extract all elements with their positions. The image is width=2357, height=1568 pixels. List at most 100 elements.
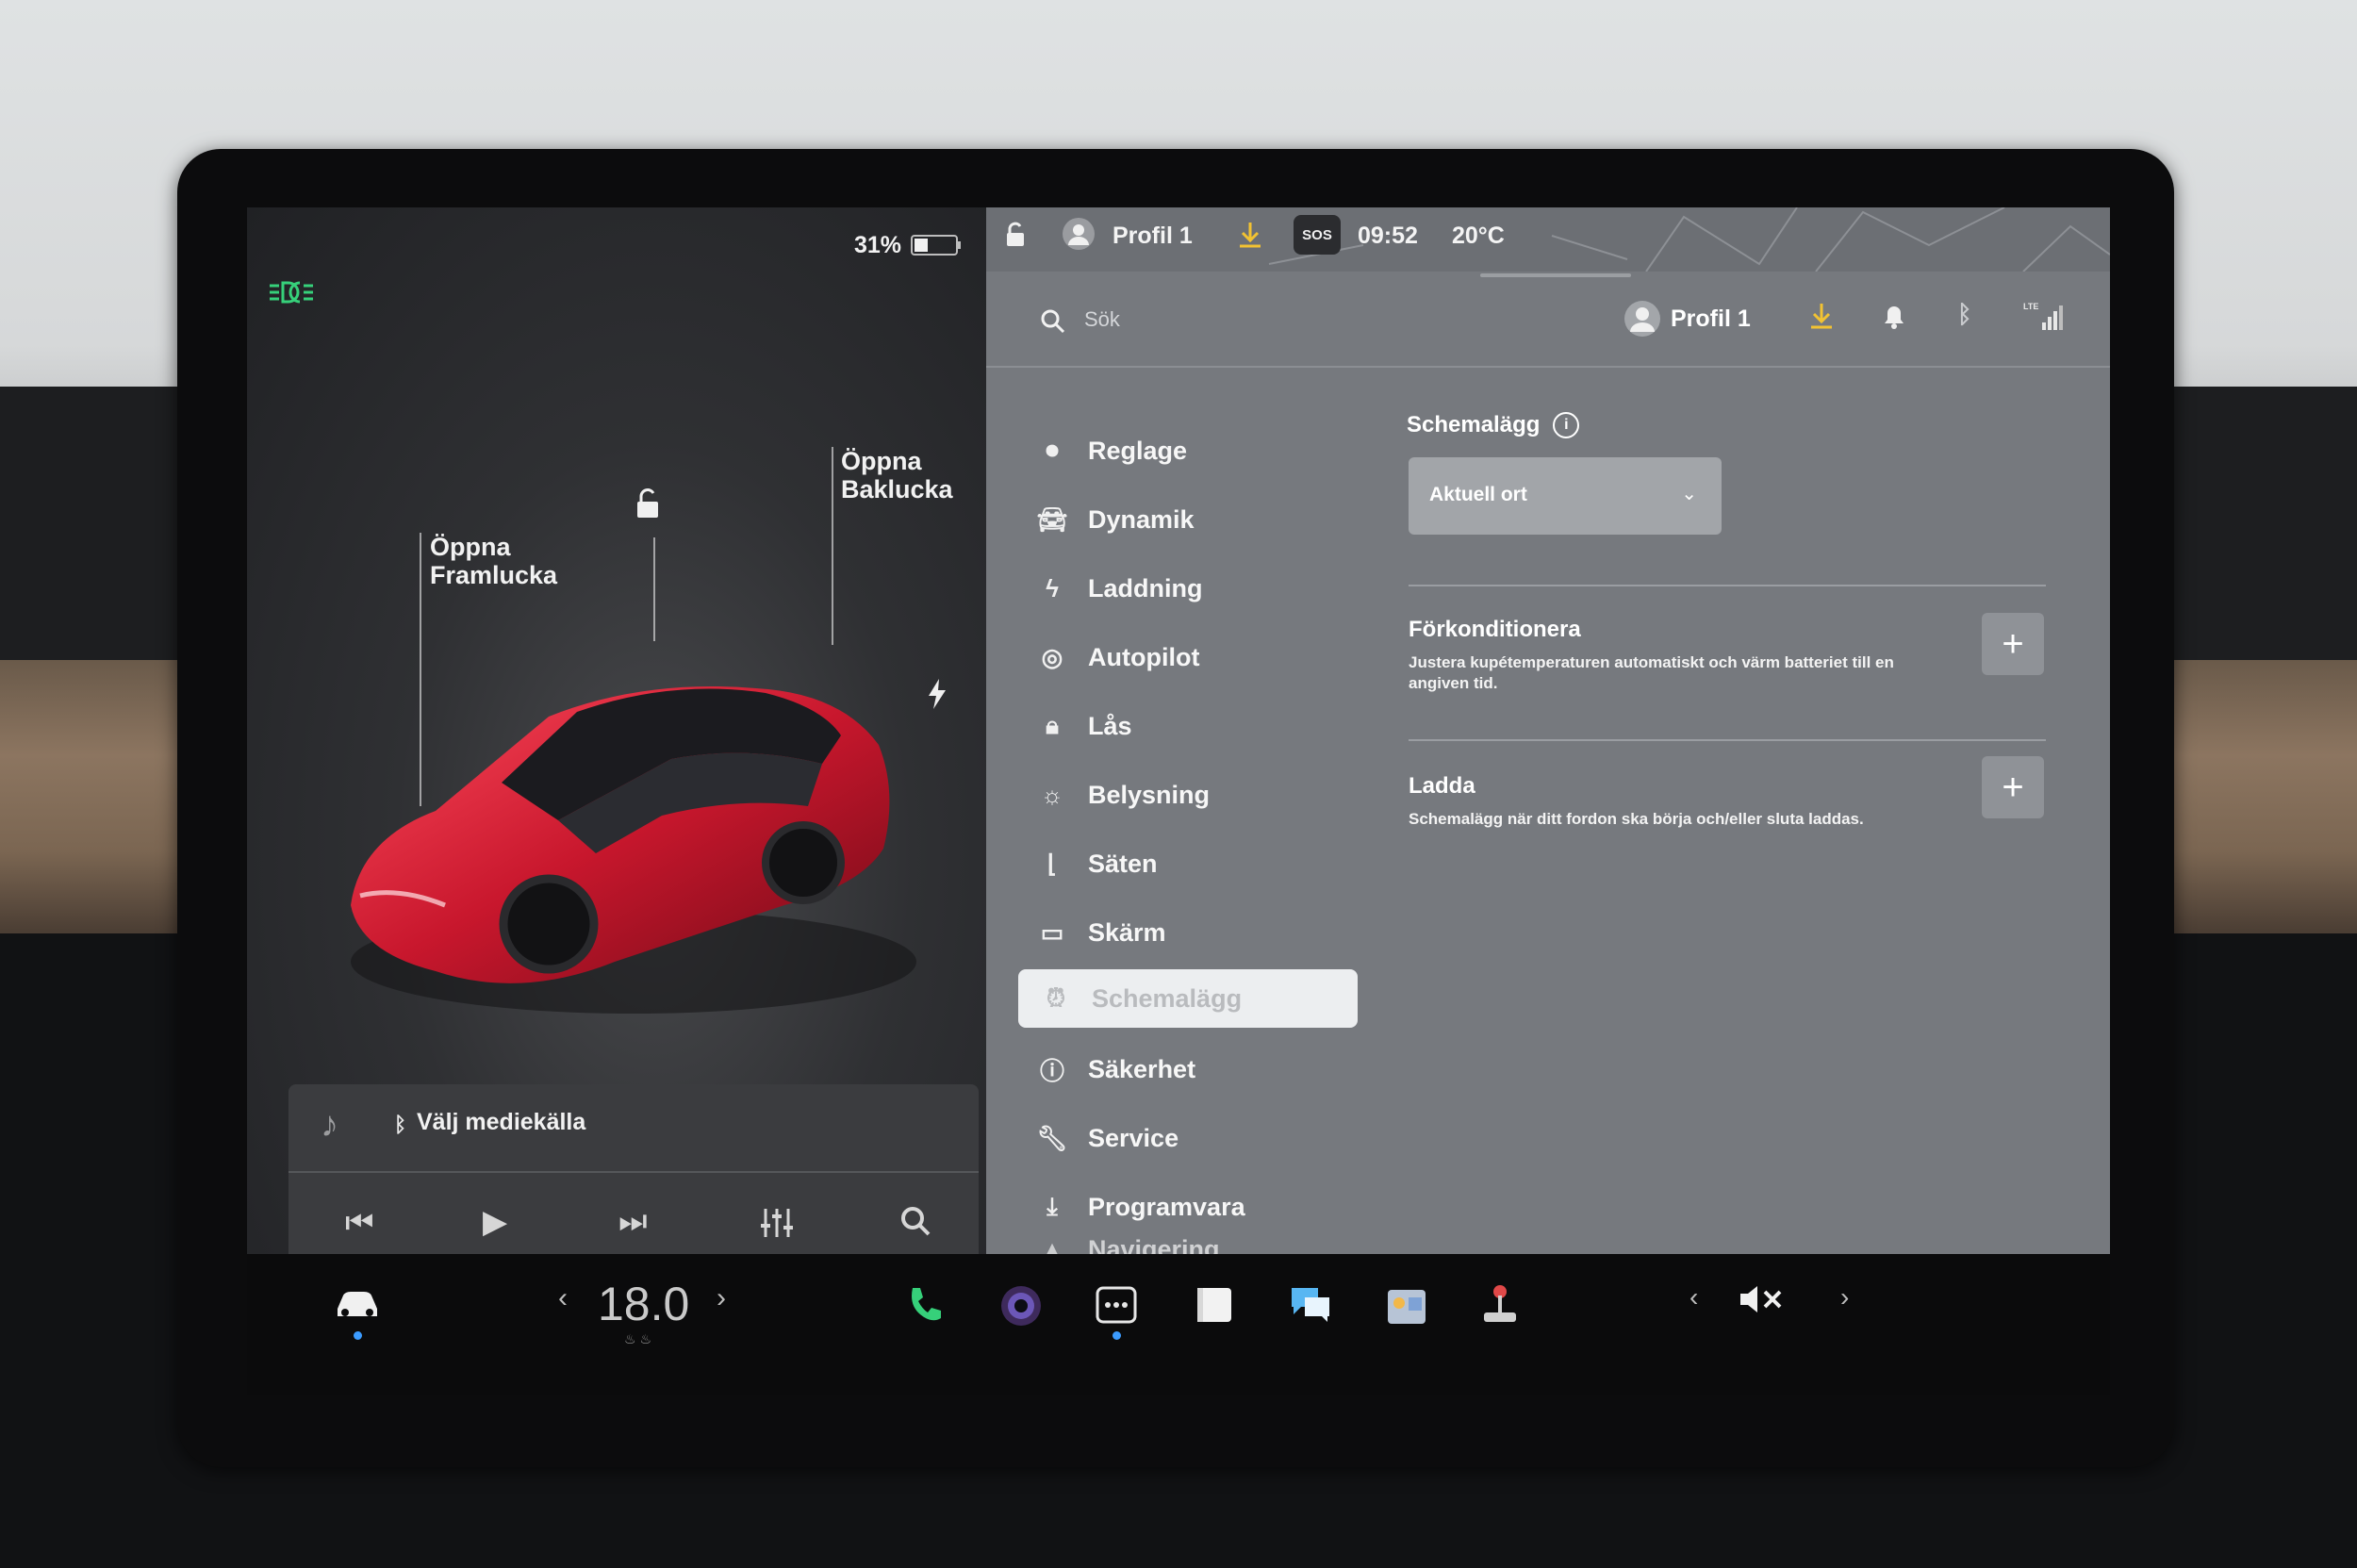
arcade-joystick-icon[interactable]	[1478, 1282, 1522, 1328]
menu-item-label: Lås	[1088, 711, 1132, 740]
calendar-icon[interactable]	[1194, 1284, 1235, 1326]
media-search-icon[interactable]	[899, 1205, 931, 1237]
location-dropdown[interactable]: Aktuell ort ⌄	[1409, 457, 1722, 535]
schedule-title: Schemalägg i	[1407, 412, 1580, 438]
headlights-icon	[270, 281, 313, 304]
outside-temperature: 20°C	[1452, 223, 1505, 249]
front-trunk-button[interactable]: Öppna Framlucka	[430, 533, 557, 589]
add-charge-button[interactable]: +	[1982, 756, 2044, 818]
divider	[1409, 739, 2046, 741]
alert-icon: ⓘ	[1039, 1056, 1064, 1085]
equalizer-icon[interactable]	[760, 1207, 794, 1239]
unlock-icon[interactable]	[630, 487, 664, 520]
menu-item-saten[interactable]: ⌊ Säten	[1033, 834, 1158, 893]
menu-item-service[interactable]: 🔧︎ Service	[1033, 1109, 1178, 1167]
menu-item-label: Programvara	[1088, 1192, 1245, 1221]
menu-item-label: Säten	[1088, 849, 1158, 878]
screen-icon: ▭	[1040, 917, 1064, 947]
menu-item-dynamik[interactable]: 🚘︎ Dynamik	[1033, 490, 1195, 549]
menu-item-label: Säkerhet	[1088, 1054, 1196, 1083]
schedule-title-text: Schemalägg	[1407, 412, 1541, 437]
menu-item-sakerhet[interactable]: ⓘ Säkerhet	[1033, 1040, 1195, 1098]
car-dock-icon[interactable]	[332, 1284, 383, 1322]
sos-button[interactable]: SOS	[1294, 215, 1341, 255]
next-track-button[interactable]: ⏭	[618, 1203, 648, 1240]
charge-description: Schemalägg när ditt fordon ska börja och…	[1409, 810, 1864, 828]
mute-icon[interactable]	[1737, 1282, 1786, 1316]
search-icon	[1041, 309, 1065, 334]
menu-item-las[interactable]: 🔒︎ Lås	[1033, 697, 1132, 755]
menu-item-autopilot[interactable]: ◎ Autopilot	[1033, 628, 1200, 686]
clock: 09:52	[1358, 223, 1418, 249]
bluetooth-icon: ᛒ	[394, 1113, 407, 1136]
profile-avatar-icon[interactable]	[1062, 217, 1096, 251]
volume-decrease-button[interactable]: ‹	[1689, 1282, 1698, 1312]
unlock-status-icon[interactable]	[1001, 221, 1030, 249]
header-download-icon[interactable]	[1808, 302, 1835, 330]
car-image	[351, 686, 916, 1014]
menu-item-laddning[interactable]: ϟ Laddning	[1033, 559, 1202, 618]
divider	[1409, 585, 2046, 586]
sos-label: SOS	[1302, 226, 1332, 243]
bell-icon[interactable]	[1882, 304, 1906, 330]
plus-icon: +	[2002, 622, 2024, 665]
menu-item-label: Autopilot	[1088, 642, 1200, 671]
battery-icon	[911, 235, 961, 256]
menu-item-reglage[interactable]: ⏺ Reglage	[1033, 421, 1187, 480]
front-trunk-label-line2: Framlucka	[430, 561, 558, 589]
cabin-temperature[interactable]: 18.0	[598, 1277, 689, 1331]
toggle-icon: ⏺	[1046, 436, 1059, 464]
lte-signal-icon: LTE	[2023, 302, 2063, 330]
seat-heater-icon[interactable]: ♨ ♨	[624, 1331, 651, 1347]
download-status-icon[interactable]	[1237, 221, 1263, 249]
more-apps-icon[interactable]	[1096, 1286, 1137, 1324]
plus-icon: +	[2002, 766, 2024, 808]
add-precondition-button[interactable]: +	[1982, 613, 2044, 675]
car-icon: 🚘︎	[1036, 504, 1068, 534]
touchscreen: Öppna Framlucka Öppna Baklucka ♪ ᛒ Välj …	[247, 207, 2110, 1395]
menu-item-programvara[interactable]: ⤓ Programvara	[1033, 1178, 1245, 1236]
menu-item-skarm[interactable]: ▭ Skärm	[1033, 903, 1166, 962]
rear-trunk-label-line2: Baklucka	[841, 475, 953, 503]
download-icon: ⤓	[1047, 1192, 1058, 1220]
previous-track-button[interactable]: ⏮	[345, 1205, 374, 1242]
rear-trunk-label-line1: Öppna	[841, 447, 922, 475]
seat-icon: ⌊	[1047, 849, 1058, 878]
steering-wheel-icon: ◎	[1041, 642, 1063, 671]
menu-item-belysning[interactable]: ☼ Belysning	[1033, 766, 1210, 824]
chevron-down-icon: ⌄	[1681, 484, 1697, 504]
play-button[interactable]: ▶	[483, 1203, 507, 1241]
temp-decrease-button[interactable]: ‹	[558, 1282, 568, 1314]
volume-increase-button[interactable]: ›	[1840, 1282, 1849, 1312]
search-input[interactable]: Sök	[1084, 307, 1461, 332]
menu-item-label: Schemalägg	[1092, 983, 1243, 1013]
messages-icon[interactable]	[1288, 1284, 1333, 1326]
menu-item-label: Reglage	[1088, 436, 1188, 465]
active-indicator-dot	[1113, 1331, 1121, 1340]
phone-icon[interactable]	[903, 1284, 945, 1326]
profile-top-label[interactable]: Profil 1	[1113, 223, 1193, 250]
camera-icon[interactable]	[999, 1284, 1043, 1328]
bluetooth-status-icon[interactable]: ᛒ	[1957, 300, 1972, 329]
svg-text:LTE: LTE	[2023, 302, 2038, 311]
alarm-clock-icon: ⏰︎	[1046, 983, 1066, 1012]
media-source-row[interactable]: ♪ ᛒ Välj mediekälla	[288, 1084, 979, 1173]
media-player: ♪ ᛒ Välj mediekälla ⏮ ▶ ⏭	[288, 1084, 979, 1275]
rear-trunk-button[interactable]: Öppna Baklucka	[841, 447, 953, 503]
charge-title: Ladda	[1409, 773, 1475, 799]
header-profile-label[interactable]: Profil 1	[1671, 305, 1751, 333]
precondition-description: Justera kupétemperaturen automatiskt och…	[1409, 653, 1894, 692]
header-profile-avatar-icon[interactable]	[1624, 300, 1661, 338]
bolt-icon: ϟ	[1046, 573, 1059, 602]
menu-item-schemalagg[interactable]: ⏰︎ Schemalägg	[1018, 969, 1358, 1028]
settings-header: Sök Profil 1 ᛒ LTE	[986, 272, 2110, 368]
lock-icon: 🔒︎	[1046, 711, 1059, 739]
toybox-icon[interactable]	[1384, 1282, 1429, 1328]
music-note-icon: ♪	[321, 1105, 338, 1145]
location-dropdown-value: Aktuell ort	[1429, 484, 1527, 505]
info-icon[interactable]: i	[1553, 412, 1580, 438]
media-source-label: Välj mediekälla	[417, 1109, 586, 1135]
temp-increase-button[interactable]: ›	[717, 1282, 726, 1314]
precondition-title: Förkonditionera	[1409, 617, 1581, 642]
menu-item-label: Dynamik	[1088, 504, 1195, 534]
